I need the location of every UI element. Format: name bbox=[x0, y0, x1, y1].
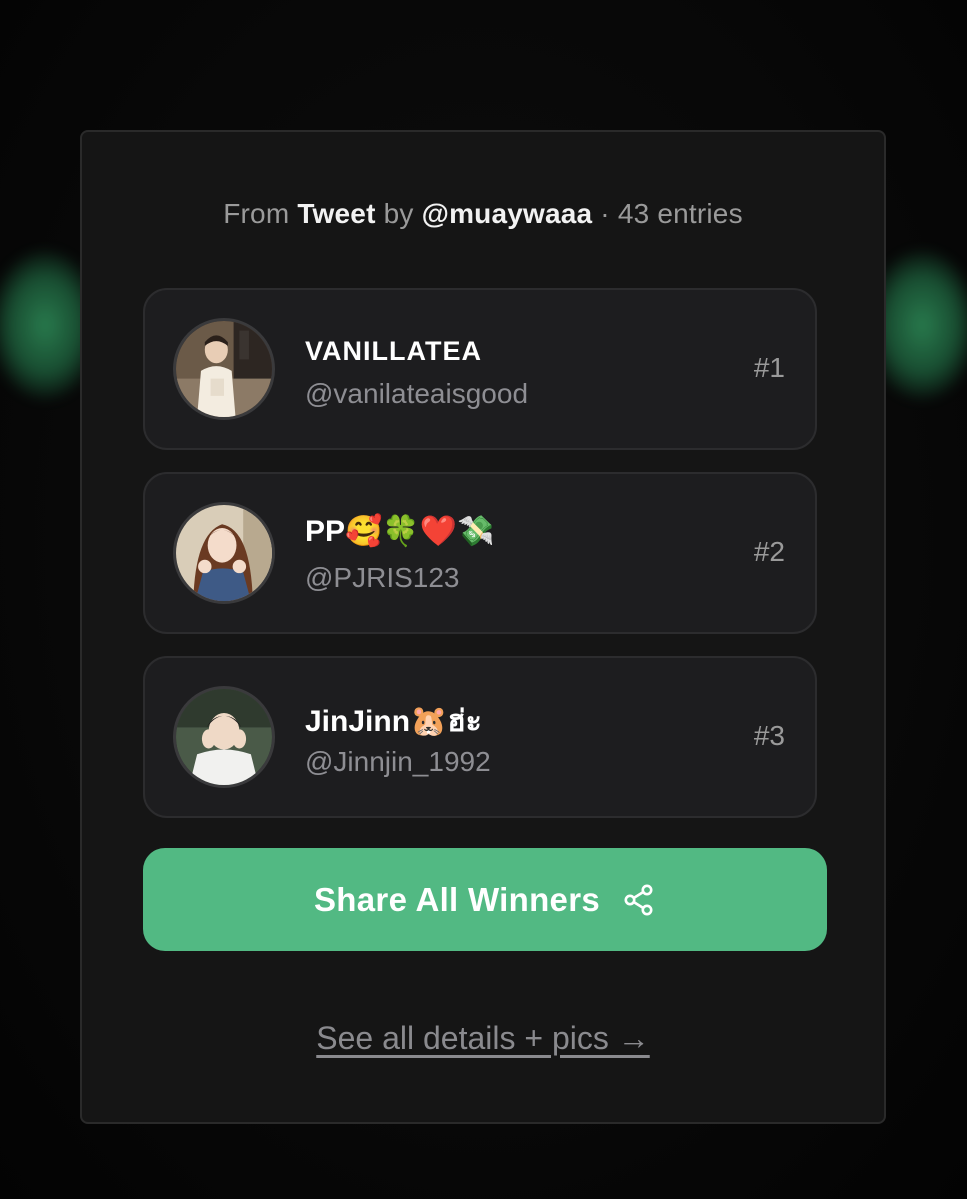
by-label: by bbox=[383, 198, 414, 229]
winner-handle-2: @PJRIS123 bbox=[305, 562, 460, 593]
winner-handle-3: @Jinnjin_1992 bbox=[305, 746, 491, 777]
page-backdrop: From Tweet by @muaywaaa · 43 entries VAN… bbox=[0, 0, 967, 1199]
share-button-label: Share All Winners bbox=[314, 880, 600, 918]
source-line: From Tweet by @muaywaaa · 43 entries bbox=[82, 198, 884, 230]
entries-count: 43 entries bbox=[617, 198, 743, 229]
winner-row-2[interactable]: PP🥰🍀❤️💸 @PJRIS123 #2 bbox=[143, 472, 817, 634]
avatar-photo-3 bbox=[176, 689, 272, 785]
winner-row-1[interactable]: VANILLATEA @vanilateaisgood #1 bbox=[143, 288, 817, 450]
winner-rank-3: #3 bbox=[753, 720, 785, 751]
avatar-winner-3 bbox=[173, 686, 275, 788]
winners-card: From Tweet by @muaywaaa · 43 entries VAN… bbox=[80, 130, 886, 1124]
separator-dot: · bbox=[600, 198, 610, 229]
winner-handle-1: @vanilateaisgood bbox=[305, 378, 529, 409]
avatar-photo-2 bbox=[176, 505, 272, 601]
avatar-winner-1 bbox=[173, 318, 275, 420]
winner-row-3[interactable]: JinJinn🐹ฮ่ะ @Jinnjin_1992 #3 bbox=[143, 656, 817, 818]
share-all-winners-button[interactable]: Share All Winners bbox=[143, 848, 827, 951]
from-label: From bbox=[223, 198, 290, 229]
see-all-details-link[interactable]: See all details + pics → bbox=[82, 1020, 884, 1057]
winner-name-2: PP🥰🍀❤️💸 bbox=[305, 515, 495, 548]
source-link[interactable]: Tweet bbox=[297, 198, 375, 229]
winner-rank-2: #2 bbox=[753, 536, 785, 567]
share-icon bbox=[622, 883, 656, 917]
winner-name-1: VANILLATEA bbox=[305, 336, 482, 366]
winner-rank-1: #1 bbox=[753, 352, 785, 383]
avatar-winner-2 bbox=[173, 502, 275, 604]
winner-name-3: JinJinn🐹ฮ่ะ bbox=[305, 705, 482, 738]
avatar-photo-1 bbox=[176, 321, 272, 417]
author-handle[interactable]: @muaywaaa bbox=[422, 198, 593, 229]
